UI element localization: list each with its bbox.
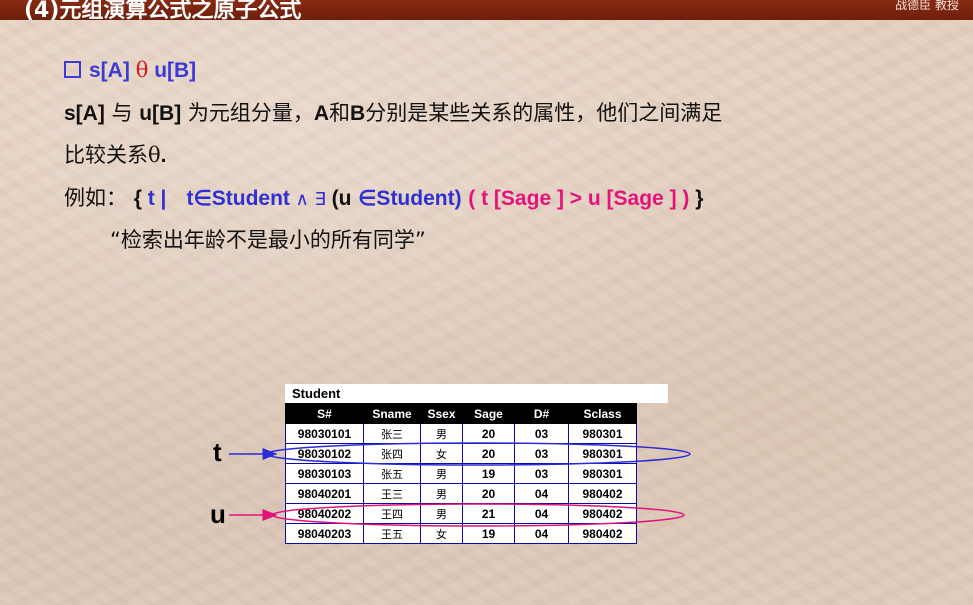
highlight-ellipse-u xyxy=(271,503,685,527)
highlight-ellipse-t xyxy=(265,442,691,466)
highlight-overlay xyxy=(229,442,691,527)
